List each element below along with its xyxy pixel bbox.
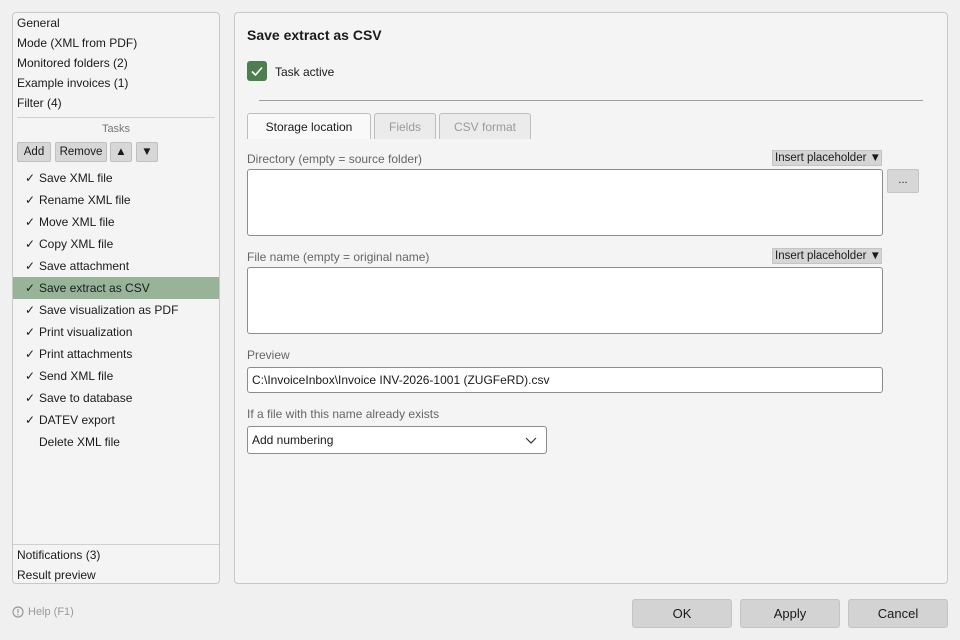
task-label: Save attachment [39, 259, 130, 273]
task-active-label: Task active [275, 65, 335, 79]
sidebar: General Mode (XML from PDF) Monitored fo… [12, 12, 220, 584]
ok-button[interactable]: OK [632, 599, 732, 628]
task-item[interactable]: ✓ Copy XML file [13, 233, 219, 255]
task-label: Delete XML file [39, 435, 120, 449]
check-icon: ✓ [25, 259, 36, 273]
task-item[interactable]: ✓ Print attachments [13, 343, 219, 365]
checkmark-icon [251, 66, 263, 77]
task-item[interactable]: ✓ Move XML file [13, 211, 219, 233]
insert-placeholder-button[interactable]: Insert placeholder ▼ [772, 248, 882, 264]
exists-label: If a file with this name already exists [247, 407, 440, 421]
task-item[interactable]: ✓ Save attachment [13, 255, 219, 277]
task-label: Copy XML file [39, 237, 114, 251]
exists-select[interactable]: Add numbering [247, 426, 547, 454]
sidebar-item-filter[interactable]: Filter (4) [17, 93, 62, 113]
sidebar-item-monitored-folders[interactable]: Monitored folders (2) [17, 53, 128, 73]
task-item[interactable]: ✓ DATEV export [13, 409, 219, 431]
cancel-button[interactable]: Cancel [848, 599, 948, 628]
help-icon [12, 606, 24, 618]
tab-csv-format[interactable]: CSV format [439, 113, 531, 139]
task-item[interactable]: ✓ Print visualization [13, 321, 219, 343]
task-item[interactable]: ✓ Send XML file [13, 365, 219, 387]
task-active-checkbox[interactable] [247, 61, 267, 81]
directory-input[interactable] [247, 169, 883, 236]
divider [259, 100, 923, 101]
move-up-button[interactable]: ▲ [110, 142, 132, 162]
task-item[interactable]: ✓ Rename XML file [13, 189, 219, 211]
exists-select-value: Add numbering [252, 433, 334, 447]
task-label: Save to database [39, 391, 133, 405]
sidebar-item-result-preview[interactable]: Result preview [17, 565, 96, 585]
remove-task-button[interactable]: Remove [55, 142, 107, 162]
help-label: Help (F1) [28, 606, 74, 618]
task-label: Print attachments [39, 347, 133, 361]
task-label: Rename XML file [39, 193, 131, 207]
sidebar-item-example-invoices[interactable]: Example invoices (1) [17, 73, 128, 93]
task-item[interactable]: Delete XML file [13, 431, 219, 453]
check-icon: ✓ [25, 281, 36, 295]
check-icon: ✓ [25, 215, 36, 229]
sidebar-divider [17, 117, 215, 118]
filename-input[interactable] [247, 267, 883, 334]
check-icon: ✓ [25, 391, 36, 405]
directory-label: Directory (empty = source folder) [247, 152, 423, 166]
check-icon: ✓ [25, 171, 36, 185]
task-item[interactable]: ✓ Save to database [13, 387, 219, 409]
preview-label: Preview [247, 348, 290, 362]
tab-storage-location[interactable]: Storage location [247, 113, 371, 139]
browse-button[interactable]: ... [887, 169, 919, 193]
task-item[interactable]: ✓ Save visualization as PDF [13, 299, 219, 321]
check-icon: ✓ [25, 413, 36, 427]
filename-label: File name (empty = original name) [247, 250, 430, 264]
task-item[interactable]: ✓ Save XML file [13, 167, 219, 189]
check-icon: ✓ [25, 325, 36, 339]
sidebar-item-notifications[interactable]: Notifications (3) [17, 545, 100, 565]
check-icon: ✓ [25, 193, 36, 207]
apply-button[interactable]: Apply [740, 599, 840, 628]
task-settings-panel: Save extract as CSV Task active Storage … [234, 12, 948, 584]
tab-fields[interactable]: Fields [374, 113, 436, 139]
chevron-down-icon [525, 437, 537, 444]
move-down-button[interactable]: ▼ [136, 142, 158, 162]
tasks-header: Tasks [101, 123, 131, 135]
task-label: Move XML file [39, 215, 115, 229]
check-icon: ✓ [25, 237, 36, 251]
preview-field: C:\InvoiceInbox\Invoice INV-2026-1001 (Z… [247, 367, 883, 393]
task-label: Send XML file [39, 369, 114, 383]
add-task-button[interactable]: Add [17, 142, 51, 162]
task-label: DATEV export [39, 413, 115, 427]
check-icon: ✓ [25, 303, 36, 317]
task-label: Save extract as CSV [39, 281, 150, 295]
task-label: Save visualization as PDF [39, 303, 179, 317]
check-icon: ✓ [25, 347, 36, 361]
sidebar-item-mode[interactable]: Mode (XML from PDF) [17, 33, 137, 53]
task-item-selected[interactable]: ✓ Save extract as CSV [13, 277, 219, 299]
page-title: Save extract as CSV [247, 27, 382, 43]
help-link[interactable]: Help (F1) [12, 606, 74, 618]
sidebar-item-general[interactable]: General [17, 13, 60, 33]
insert-placeholder-button[interactable]: Insert placeholder ▼ [772, 150, 882, 166]
task-label: Save XML file [39, 171, 113, 185]
task-label: Print visualization [39, 325, 133, 339]
check-icon: ✓ [25, 369, 36, 383]
